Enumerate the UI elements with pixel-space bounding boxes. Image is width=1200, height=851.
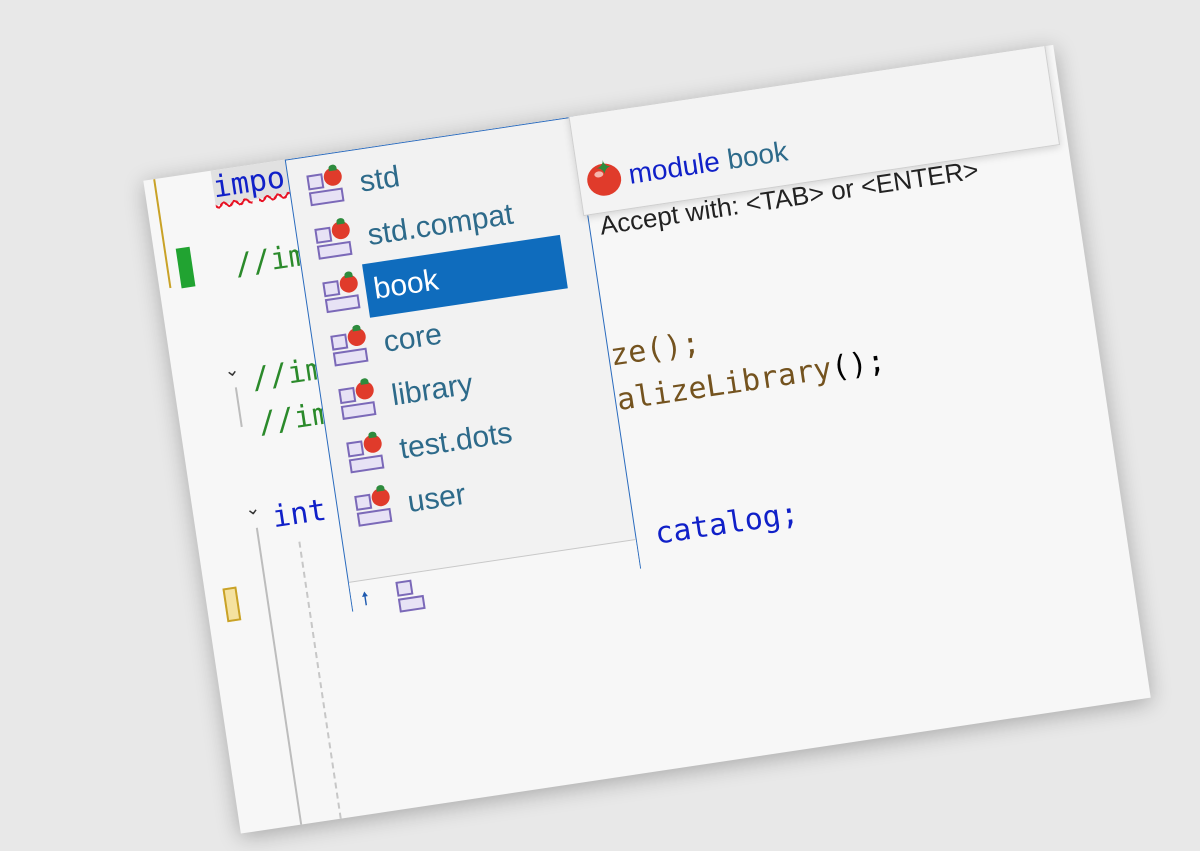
indent-guide [255,527,303,825]
completion-footer: 🠕 [348,538,642,619]
pin-icon[interactable]: 🠕 [360,586,372,617]
indent-guide [234,387,243,428]
module-icon [346,431,389,476]
int-keyword[interactable]: int [270,493,329,536]
completion-item-label: test.dots [397,416,515,466]
fold-chevron-icon[interactable]: ⌄ [244,497,262,520]
module-icon [354,484,397,530]
indent-guide-dashed [298,541,342,819]
completion-tooltip: ✦ module book Accept with: <TAB> or <ENT… [560,44,1061,241]
tooltip-kind: module [626,145,722,190]
change-marker-modified [153,179,172,289]
module-icon [322,270,365,316]
change-marker-saved [175,246,196,289]
code-editor[interactable]: ⌄ ⌄ import ; catalog; //im //im //im ize… [143,44,1151,834]
tooltip-name: book [725,135,790,176]
visual-assist-tomato-icon: ✦ [585,156,624,199]
module-icon [306,164,349,209]
completion-item-label: user [405,477,468,520]
module-icon [338,377,381,423]
completion-item-label: book [371,263,441,306]
fold-chevron-icon[interactable]: ⌄ [223,359,241,382]
completion-item-label: std [357,160,402,199]
module-icon [330,324,373,369]
module-filter-icon[interactable] [395,574,429,613]
module-icon [314,217,357,262]
completion-item-label: core [381,317,445,359]
completion-item-label: library [389,367,476,413]
change-marker-box [222,586,242,623]
stage: ⌄ ⌄ import ; catalog; //im //im //im ize… [0,0,1200,834]
call-parens: (); [828,343,888,386]
